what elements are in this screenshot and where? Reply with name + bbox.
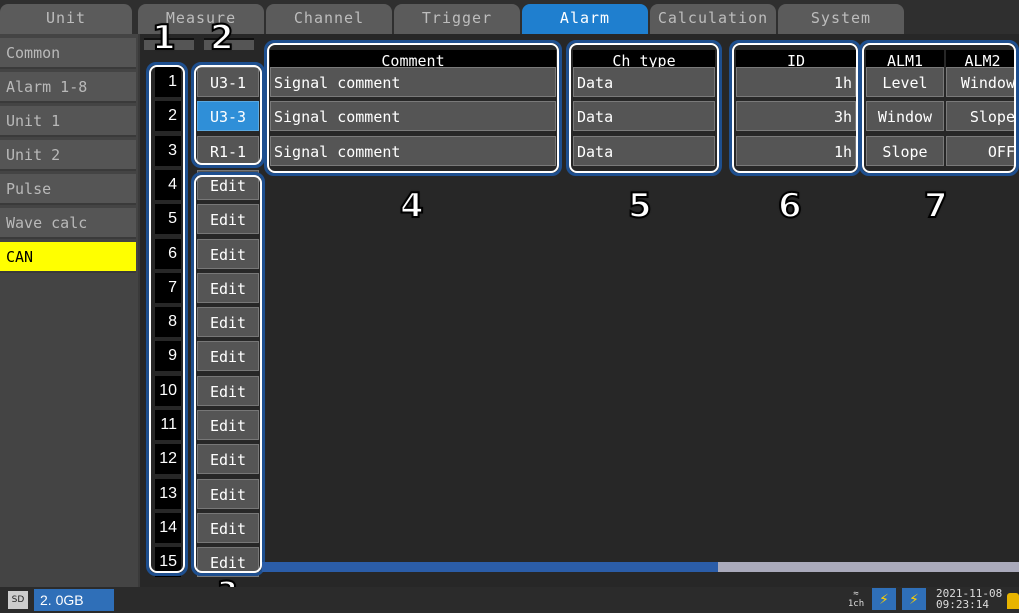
wifi-icon: ≈1ch bbox=[847, 589, 865, 609]
status-bar: SD 2. 0GB ≈1ch ⚡ ⚡ 2021-11-08 09:23:14 bbox=[0, 587, 1019, 613]
lock-icon bbox=[1007, 593, 1019, 609]
tab-channel[interactable]: Channel bbox=[266, 4, 392, 34]
tab-system[interactable]: System bbox=[778, 4, 904, 34]
callout-edit-buttons bbox=[191, 172, 265, 576]
callout-comment-column bbox=[264, 40, 562, 176]
sidebar-item-can[interactable]: CAN bbox=[0, 242, 136, 273]
sidebar-item-unit1[interactable]: Unit 1 bbox=[0, 106, 136, 137]
marker-4: 4 bbox=[399, 185, 425, 227]
marker-2: 2 bbox=[209, 17, 235, 59]
callout-ch-type-column bbox=[566, 40, 722, 176]
sidebar-item-wave-calc[interactable]: Wave calc bbox=[0, 208, 136, 239]
sidebar-item-unit2[interactable]: Unit 2 bbox=[0, 140, 136, 171]
marker-7: 7 bbox=[923, 185, 949, 227]
storage-indicator: 2. 0GB bbox=[34, 589, 114, 611]
marker-1: 1 bbox=[151, 17, 177, 59]
sidebar-item-alarm[interactable]: Alarm 1-8 bbox=[0, 72, 136, 103]
charge-wifi-icon: ⚡ bbox=[902, 588, 926, 610]
callout-alarm-columns bbox=[859, 40, 1019, 176]
callout-id-column bbox=[729, 40, 861, 176]
scrollbar-thumb[interactable] bbox=[262, 562, 718, 572]
tab-trigger[interactable]: Trigger bbox=[394, 4, 520, 34]
sidebar: Common Alarm 1-8 Unit 1 Unit 2 Pulse Wav… bbox=[0, 34, 138, 587]
marker-5: 5 bbox=[627, 185, 653, 227]
tab-unit[interactable]: Unit bbox=[0, 4, 132, 34]
datetime: 2021-11-08 09:23:14 bbox=[936, 587, 1003, 611]
callout-row-numbers bbox=[146, 62, 188, 576]
tab-calculation[interactable]: Calculation bbox=[650, 4, 776, 34]
callout-assigned-channels bbox=[191, 62, 265, 168]
sidebar-item-common[interactable]: Common bbox=[0, 38, 136, 69]
tab-alarm[interactable]: Alarm bbox=[522, 4, 648, 34]
sidebar-item-pulse[interactable]: Pulse bbox=[0, 174, 136, 205]
sd-card-icon: SD bbox=[8, 591, 28, 609]
charge-icon: ⚡ bbox=[872, 588, 896, 610]
marker-6: 6 bbox=[777, 185, 803, 227]
horizontal-scrollbar[interactable] bbox=[262, 562, 1019, 572]
